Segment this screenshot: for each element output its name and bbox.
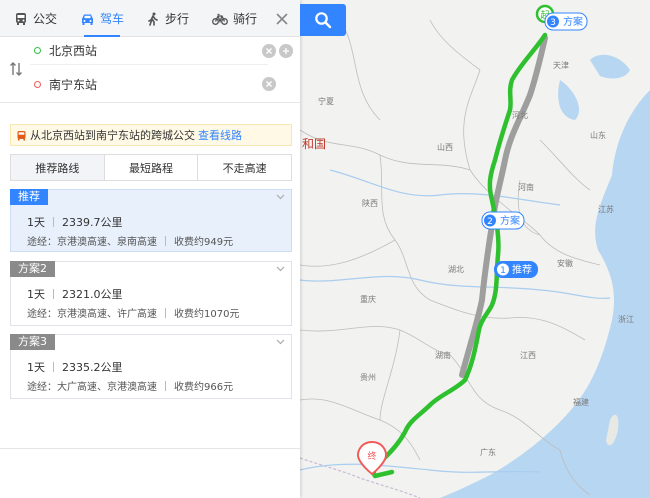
end-marker-label: 终 — [367, 450, 376, 462]
view-route-link[interactable]: 查看线路 — [198, 127, 242, 143]
plan3-number: 3 — [550, 18, 556, 28]
chevron-down-icon[interactable] — [276, 194, 285, 200]
label-guizhou: 贵州 — [360, 372, 376, 382]
label-jiangxi: 江西 — [520, 351, 536, 360]
route-plan-2[interactable]: 方案2 1天 2321.0公里 途经：京港澳高速、许广高速 收费约1070元 — [10, 261, 292, 326]
plan-duration: 1天 — [27, 216, 45, 229]
end-field — [30, 70, 276, 98]
car-icon — [82, 14, 93, 25]
walk-icon — [148, 12, 158, 26]
plan-via: 途经：京港澳高速、许广高速 — [27, 309, 157, 320]
search-icon — [315, 12, 332, 29]
bus-icon — [16, 12, 26, 25]
label-fujian: 福建 — [573, 397, 589, 407]
plan-distance: 2339.7公里 — [62, 216, 123, 229]
plan2-number: 2 — [487, 217, 493, 227]
plan-via: 途经：大广高速、京港澳高速 — [27, 382, 157, 393]
label-henan: 河南 — [518, 182, 534, 192]
plan3-map-marker[interactable]: 3 方案 — [544, 12, 588, 31]
add-waypoint-button[interactable] — [279, 44, 293, 58]
clear-end-button[interactable] — [262, 77, 276, 91]
tab-drive[interactable]: 驾车 — [80, 0, 124, 37]
label-tianjin: 天津 — [553, 60, 569, 70]
tab-recommended[interactable]: 推荐路线 — [11, 155, 105, 180]
start-input[interactable] — [49, 43, 219, 58]
plan-details: 途经：大广高速、京港澳高速 收费约966元 — [27, 378, 233, 393]
bus-icon — [17, 130, 26, 140]
label-guangdong: 广东 — [480, 447, 496, 457]
route-inputs — [0, 37, 300, 103]
route-panel: 公交 驾车 步行 骑行 北京西站 南宁东站 从北京西站到南宁东站的跨城公交 查看… — [0, 0, 300, 498]
tab-walk-label: 步行 — [165, 12, 190, 26]
clear-icon — [266, 48, 272, 54]
recommended-map-label: 推荐 — [512, 263, 532, 276]
chevron-down-icon[interactable] — [276, 266, 285, 272]
intercity-bus-notice: 从北京西站到南宁东站的跨城公交 查看线路 — [10, 124, 292, 146]
recommended-number: 1 — [500, 266, 506, 276]
route-plan-3[interactable]: 方案3 1天 2335.2公里 途经：大广高速、京港澳高速 收费约966元 — [10, 334, 292, 399]
label-shandong: 山东 — [590, 130, 606, 140]
label-anhui: 安徽 — [557, 258, 573, 268]
chevron-down-icon[interactable] — [276, 339, 285, 345]
plan-summary: 1天 2321.0公里 — [27, 286, 123, 302]
label-country: 和国 — [302, 137, 326, 151]
plan-toll: 收费约949元 — [174, 237, 234, 248]
tab-drive-label: 驾车 — [100, 12, 125, 26]
end-input[interactable] — [49, 77, 219, 91]
plan-via: 途经：京港澳高速、泉南高速 — [27, 237, 157, 248]
panel-divider — [0, 448, 300, 449]
tab-bus[interactable]: 公交 — [14, 0, 57, 37]
plan-tag: 推荐 — [10, 189, 48, 205]
notice-text: 从北京西站到南宁东站的跨城公交 — [30, 129, 195, 142]
close-icon — [276, 13, 288, 25]
label-chongqing: 重庆 — [360, 294, 376, 304]
plan-toll: 收费约1070元 — [174, 309, 240, 320]
label-hubei: 湖北 — [448, 265, 464, 274]
end-dot-icon — [34, 80, 41, 88]
plan-tag: 方案2 — [10, 261, 55, 277]
start-dot-icon — [34, 47, 41, 54]
plan-duration: 1天 — [27, 288, 45, 301]
bike-icon — [212, 13, 228, 25]
recommended-map-marker[interactable]: 1 推荐 — [494, 261, 538, 278]
search-button[interactable] — [300, 4, 346, 36]
label-hebei: 河北 — [512, 110, 528, 120]
plan-summary: 1天 2335.2公里 — [27, 359, 123, 375]
label-ningxia: 宁夏 — [318, 96, 334, 106]
close-button[interactable] — [270, 7, 294, 31]
plan-details: 途经：京港澳高速、泉南高速 收费约949元 — [27, 233, 233, 248]
plan-distance: 2335.2公里 — [62, 361, 123, 374]
label-jiangsu: 江苏 — [598, 204, 614, 214]
tab-walk[interactable]: 步行 — [146, 0, 189, 37]
plan2-map-marker[interactable]: 2 方案 — [481, 211, 525, 230]
route-plan-1[interactable]: 推荐 1天 2339.7公里 途经：京港澳高速、泉南高速 收费约949元 — [10, 189, 292, 252]
tab-bike[interactable]: 骑行 — [212, 0, 257, 37]
label-shaanxi: 陕西 — [362, 198, 378, 208]
swap-icon[interactable] — [9, 61, 23, 77]
tab-shortest[interactable]: 最短路程 — [104, 155, 199, 180]
tab-bike-label: 骑行 — [233, 12, 258, 26]
tab-no-highway[interactable]: 不走高速 — [198, 155, 292, 180]
plan3-map-label: 方案 — [563, 15, 583, 28]
label-shanxi: 山西 — [437, 142, 453, 152]
plan-details: 途经：京港澳高速、许广高速 收费约1070元 — [27, 305, 239, 320]
plan-summary: 1天 2339.7公里 — [27, 214, 123, 230]
label-zhejiang: 浙江 — [618, 314, 634, 324]
label-hunan: 湖南 — [435, 350, 451, 360]
plan-toll: 收费约966元 — [174, 382, 234, 393]
plan2-map-label: 方案 — [500, 214, 520, 227]
clear-start-button[interactable] — [262, 44, 276, 58]
clear-icon — [266, 81, 272, 87]
start-field — [30, 37, 293, 65]
tab-bus-label: 公交 — [33, 12, 58, 26]
route-preference-tabs: 推荐路线 最短路程 不走高速 — [10, 154, 292, 181]
travel-mode-tabs: 公交 驾车 步行 骑行 — [0, 0, 300, 37]
plan-tag: 方案3 — [10, 334, 55, 350]
plan-distance: 2321.0公里 — [62, 288, 123, 301]
plan-duration: 1天 — [27, 361, 45, 374]
plus-icon — [283, 48, 289, 54]
